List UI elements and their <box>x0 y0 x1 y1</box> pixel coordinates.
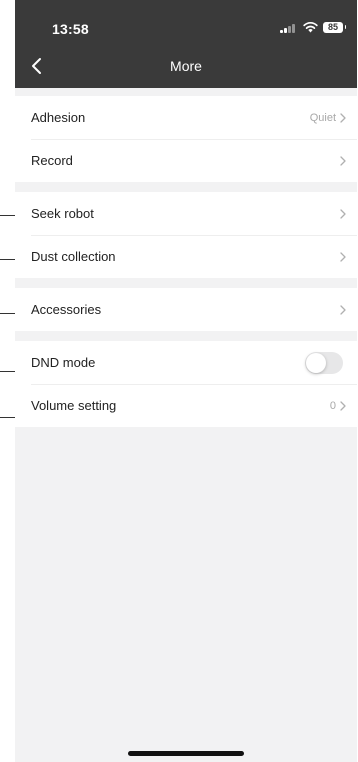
settings-row-label: Record <box>31 153 73 168</box>
settings-row-label: Adhesion <box>31 110 86 125</box>
settings-row-seek-robot[interactable]: Seek robot <box>15 192 357 235</box>
chevron-right-icon <box>340 304 346 315</box>
nav-bar: More <box>15 44 357 88</box>
signal-icon <box>280 22 298 33</box>
settings-row-volume-setting[interactable]: Volume setting 0 <box>15 384 357 427</box>
settings-row-dnd-mode[interactable]: DND mode <box>15 341 357 384</box>
battery-icon: 85 <box>323 21 346 33</box>
annotation-line-seek-robot <box>0 215 15 216</box>
settings-group: Accessories <box>15 288 357 331</box>
settings-row-label: Accessories <box>31 302 102 317</box>
settings-row-value: 0 <box>329 399 336 412</box>
annotation-line-dnd-mode <box>0 371 15 372</box>
chevron-right-icon <box>340 251 346 262</box>
chevron-right-icon <box>340 208 346 219</box>
settings-row-adhesion[interactable]: Adhesion Quiet <box>15 96 357 139</box>
settings-row-value: Quiet <box>309 111 336 124</box>
chevron-right-icon <box>340 155 346 166</box>
page-title: More <box>170 58 202 74</box>
status-bar: 13:58 85 <box>15 0 357 44</box>
annotation-line-accessories <box>0 313 15 314</box>
chevron-right-icon <box>340 400 346 411</box>
annotation-line-dust-collection <box>0 259 15 260</box>
settings-group: Adhesion Quiet Record <box>15 96 357 182</box>
phone-screen: 13:58 85 More Adhesion Quiet Record Seek ro… <box>15 0 357 762</box>
settings-row-accessories[interactable]: Accessories <box>15 288 357 331</box>
settings-row-label: Dust collection <box>31 249 116 264</box>
settings-row-record[interactable]: Record <box>15 139 357 182</box>
toggle-knob <box>306 352 326 373</box>
status-time: 13:58 <box>52 21 89 37</box>
settings-group: Seek robot Dust collection <box>15 192 357 278</box>
home-indicator <box>128 751 244 756</box>
dnd-toggle[interactable] <box>305 351 343 374</box>
settings-row-label: DND mode <box>31 355 96 370</box>
chevron-right-icon <box>340 112 346 123</box>
settings-row-dust-collection[interactable]: Dust collection <box>15 235 357 278</box>
settings-row-label: Volume setting <box>31 398 117 413</box>
annotation-line-volume-setting <box>0 417 15 418</box>
settings-list: Adhesion Quiet Record Seek robot Dust collec… <box>15 96 357 437</box>
settings-row-label: Seek robot <box>31 206 94 221</box>
wifi-icon <box>303 21 318 33</box>
status-icons: 85 <box>280 21 346 33</box>
settings-group: DND mode Volume setting 0 <box>15 341 357 427</box>
